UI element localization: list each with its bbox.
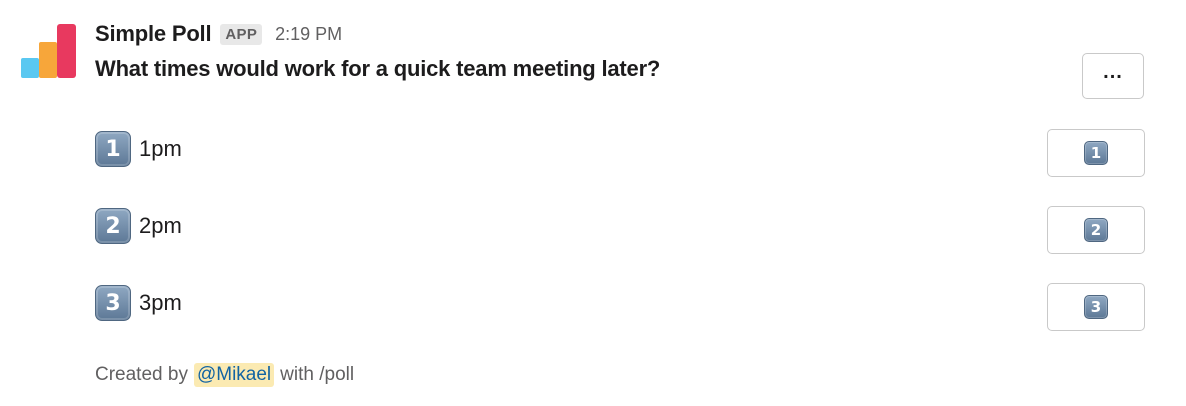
keycap-three-icon: 3: [1084, 295, 1108, 319]
keycap-two-icon: 2: [95, 208, 131, 244]
keycap-three-icon: 3: [95, 285, 131, 321]
app-badge: APP: [220, 23, 263, 45]
keycap-two-icon: 2: [1084, 218, 1108, 242]
more-icon: ...: [1103, 60, 1123, 83]
poll-option: 1 1pm: [95, 131, 182, 167]
poll-option: 3 3pm: [95, 285, 182, 321]
keycap-one-icon: 1: [1084, 141, 1108, 165]
overflow-menu-button[interactable]: ...: [1082, 53, 1144, 99]
message-header: Simple Poll APP 2:19 PM: [95, 18, 342, 50]
timestamp[interactable]: 2:19 PM: [275, 24, 342, 45]
simple-poll-logo-icon[interactable]: [20, 22, 78, 78]
footer-prefix: Created by: [95, 364, 188, 385]
keycap-one-icon: 1: [95, 131, 131, 167]
poll-option: 2 2pm: [95, 208, 182, 244]
user-mention[interactable]: @Mikael: [193, 363, 275, 387]
footer-suffix: with /poll: [280, 364, 355, 385]
option-label: 2pm: [139, 213, 182, 238]
poll-message: Simple Poll APP 2:19 PM What times would…: [0, 0, 1186, 406]
poll-question: What times would work for a quick team m…: [95, 56, 661, 81]
app-name[interactable]: Simple Poll: [95, 21, 212, 47]
option-label: 1pm: [139, 136, 182, 161]
poll-footer: Created by @Mikael with /poll: [95, 360, 354, 390]
vote-button-option-1[interactable]: 1: [1047, 129, 1145, 177]
option-label: 3pm: [139, 290, 182, 315]
vote-button-option-2[interactable]: 2: [1047, 206, 1145, 254]
vote-button-option-3[interactable]: 3: [1047, 283, 1145, 331]
